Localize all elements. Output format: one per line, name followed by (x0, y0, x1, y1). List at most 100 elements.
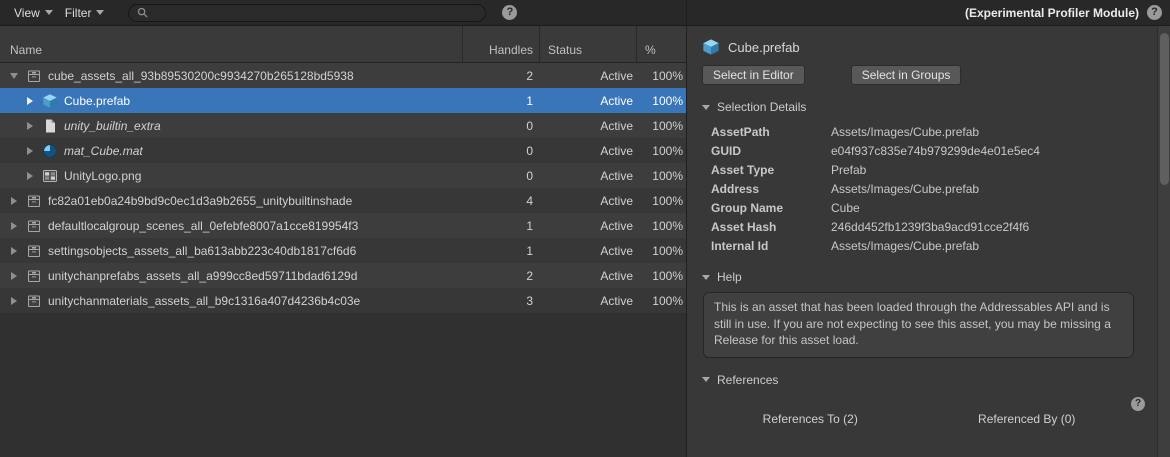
scrollbar-thumb[interactable] (1160, 33, 1169, 185)
foldout-closed-icon[interactable] (6, 272, 22, 280)
table-row[interactable]: mat_Cube.mat0Active100% (0, 138, 686, 163)
inspector-content: Cube.prefab Select in Editor Select in G… (687, 26, 1170, 457)
search-input[interactable] (154, 6, 477, 20)
tab-referenced-by[interactable]: Referenced By (0) (919, 408, 1136, 430)
help-text-box: This is an asset that has been loaded th… (703, 292, 1134, 358)
field-value: Prefab (831, 163, 866, 177)
filter-dropdown[interactable]: Filter (59, 0, 111, 25)
search-field[interactable] (128, 4, 486, 22)
archive-icon (26, 293, 42, 309)
field-value: Assets/Images/Cube.prefab (831, 239, 979, 253)
foldout-open-icon (702, 105, 710, 110)
row-status: Active (539, 269, 636, 283)
column-header-name[interactable]: Name (0, 26, 462, 62)
select-in-groups-button[interactable]: Select in Groups (851, 65, 962, 85)
row-label: unitychanmaterials_assets_all_b9c1316a40… (48, 294, 360, 308)
row-name-cell: mat_Cube.mat (0, 143, 462, 159)
row-name-cell: cube_assets_all_93b89530200c9934270b2651… (0, 68, 462, 84)
field-value: Assets/Images/Cube.prefab (831, 182, 979, 196)
bundle-tree-panel: View Filter ? Name Handles Status % cube… (0, 0, 687, 457)
select-in-editor-button[interactable]: Select in Editor (702, 65, 805, 85)
foldout-closed-icon[interactable] (6, 247, 22, 255)
tab-references-to[interactable]: References To (2) (702, 408, 919, 430)
row-percent: 100% (636, 269, 686, 283)
column-header-handles[interactable]: Handles (462, 26, 539, 62)
material-icon (42, 143, 58, 159)
table-row[interactable]: defaultlocalgroup_scenes_all_0efebfe8007… (0, 213, 686, 238)
field-label: AssetPath (711, 125, 831, 139)
row-status: Active (539, 144, 636, 158)
table-row[interactable]: settingsobjects_assets_all_ba613abb223c4… (0, 238, 686, 263)
row-status: Active (539, 69, 636, 83)
table-row[interactable]: unitychanprefabs_assets_all_a999cc8ed597… (0, 263, 686, 288)
foldout-open-icon (702, 275, 710, 280)
foldout-closed-icon[interactable] (22, 147, 38, 155)
chevron-down-icon (45, 10, 53, 15)
foldout-open-icon[interactable] (6, 73, 22, 79)
inspector-header: (Experimental Profiler Module) ? (687, 0, 1170, 26)
row-handles: 2 (462, 269, 539, 283)
doc-icon (42, 118, 58, 134)
references-foldout[interactable]: References (702, 373, 1135, 387)
selection-details-foldout[interactable]: Selection Details (702, 100, 1135, 114)
help-icon[interactable]: ? (502, 5, 517, 20)
help-foldout[interactable]: Help (702, 270, 1135, 284)
detail-field-row: AssetPathAssets/Images/Cube.prefab (711, 122, 1135, 141)
row-percent: 100% (636, 294, 686, 308)
table-row[interactable]: unity_builtin_extra0Active100% (0, 113, 686, 138)
foldout-closed-icon[interactable] (22, 172, 38, 180)
cube-icon (42, 93, 58, 109)
field-value: 246dd452fb1239f3ba9acd91cce2f4f6 (831, 220, 1029, 234)
help-icon[interactable]: ? (1131, 397, 1145, 411)
field-label: GUID (711, 144, 831, 158)
row-status: Active (539, 94, 636, 108)
help-icon[interactable]: ? (1147, 5, 1162, 20)
row-handles: 0 (462, 119, 539, 133)
asset-title-row: Cube.prefab (702, 38, 1135, 56)
row-percent: 100% (636, 119, 686, 133)
row-name-cell: Cube.prefab (0, 93, 462, 109)
column-header-percent[interactable]: % (636, 26, 686, 62)
tree-rows: cube_assets_all_93b89530200c9934270b2651… (0, 63, 686, 457)
table-row[interactable]: unitychanmaterials_assets_all_b9c1316a40… (0, 288, 686, 313)
row-handles: 0 (462, 144, 539, 158)
row-status: Active (539, 219, 636, 233)
row-status: Active (539, 244, 636, 258)
row-percent: 100% (636, 219, 686, 233)
references-tabs: References To (2) Referenced By (0) (702, 408, 1135, 430)
row-label: unitychanprefabs_assets_all_a999cc8ed597… (48, 269, 357, 283)
row-name-cell: defaultlocalgroup_scenes_all_0efebfe8007… (0, 218, 462, 234)
help-title: Help (717, 270, 742, 284)
view-dropdown[interactable]: View (8, 0, 59, 25)
filter-dropdown-label: Filter (65, 6, 92, 20)
row-percent: 100% (636, 244, 686, 258)
table-header: Name Handles Status % (0, 26, 686, 63)
table-row[interactable]: fc82a01eb0a24b9bd9c0ec1d3a9b2655_unitybu… (0, 188, 686, 213)
field-label: Address (711, 182, 831, 196)
foldout-open-icon (702, 377, 710, 382)
table-row[interactable]: Cube.prefab1Active100% (0, 88, 686, 113)
tree-toolbar: View Filter ? (0, 0, 686, 26)
table-row[interactable]: cube_assets_all_93b89530200c9934270b2651… (0, 63, 686, 88)
row-status: Active (539, 194, 636, 208)
row-name-cell: unitychanmaterials_assets_all_b9c1316a40… (0, 293, 462, 309)
detail-field-row: AddressAssets/Images/Cube.prefab (711, 179, 1135, 198)
detail-field-row: GUIDe04f937c835e74b979299de4e01e5ec4 (711, 141, 1135, 160)
row-percent: 100% (636, 94, 686, 108)
archive-icon (26, 68, 42, 84)
vertical-scrollbar[interactable] (1157, 26, 1170, 457)
row-handles: 1 (462, 244, 539, 258)
archive-icon (26, 193, 42, 209)
foldout-closed-icon[interactable] (6, 222, 22, 230)
row-label: UnityLogo.png (64, 169, 141, 183)
foldout-closed-icon[interactable] (6, 197, 22, 205)
foldout-closed-icon[interactable] (6, 297, 22, 305)
table-row[interactable]: UnityLogo.png0Active100% (0, 163, 686, 188)
asset-name: Cube.prefab (728, 40, 800, 55)
row-name-cell: UnityLogo.png (0, 168, 462, 184)
foldout-closed-icon[interactable] (22, 97, 38, 105)
foldout-closed-icon[interactable] (22, 122, 38, 130)
column-header-status[interactable]: Status (539, 26, 636, 62)
field-label: Group Name (711, 201, 831, 215)
row-percent: 100% (636, 194, 686, 208)
